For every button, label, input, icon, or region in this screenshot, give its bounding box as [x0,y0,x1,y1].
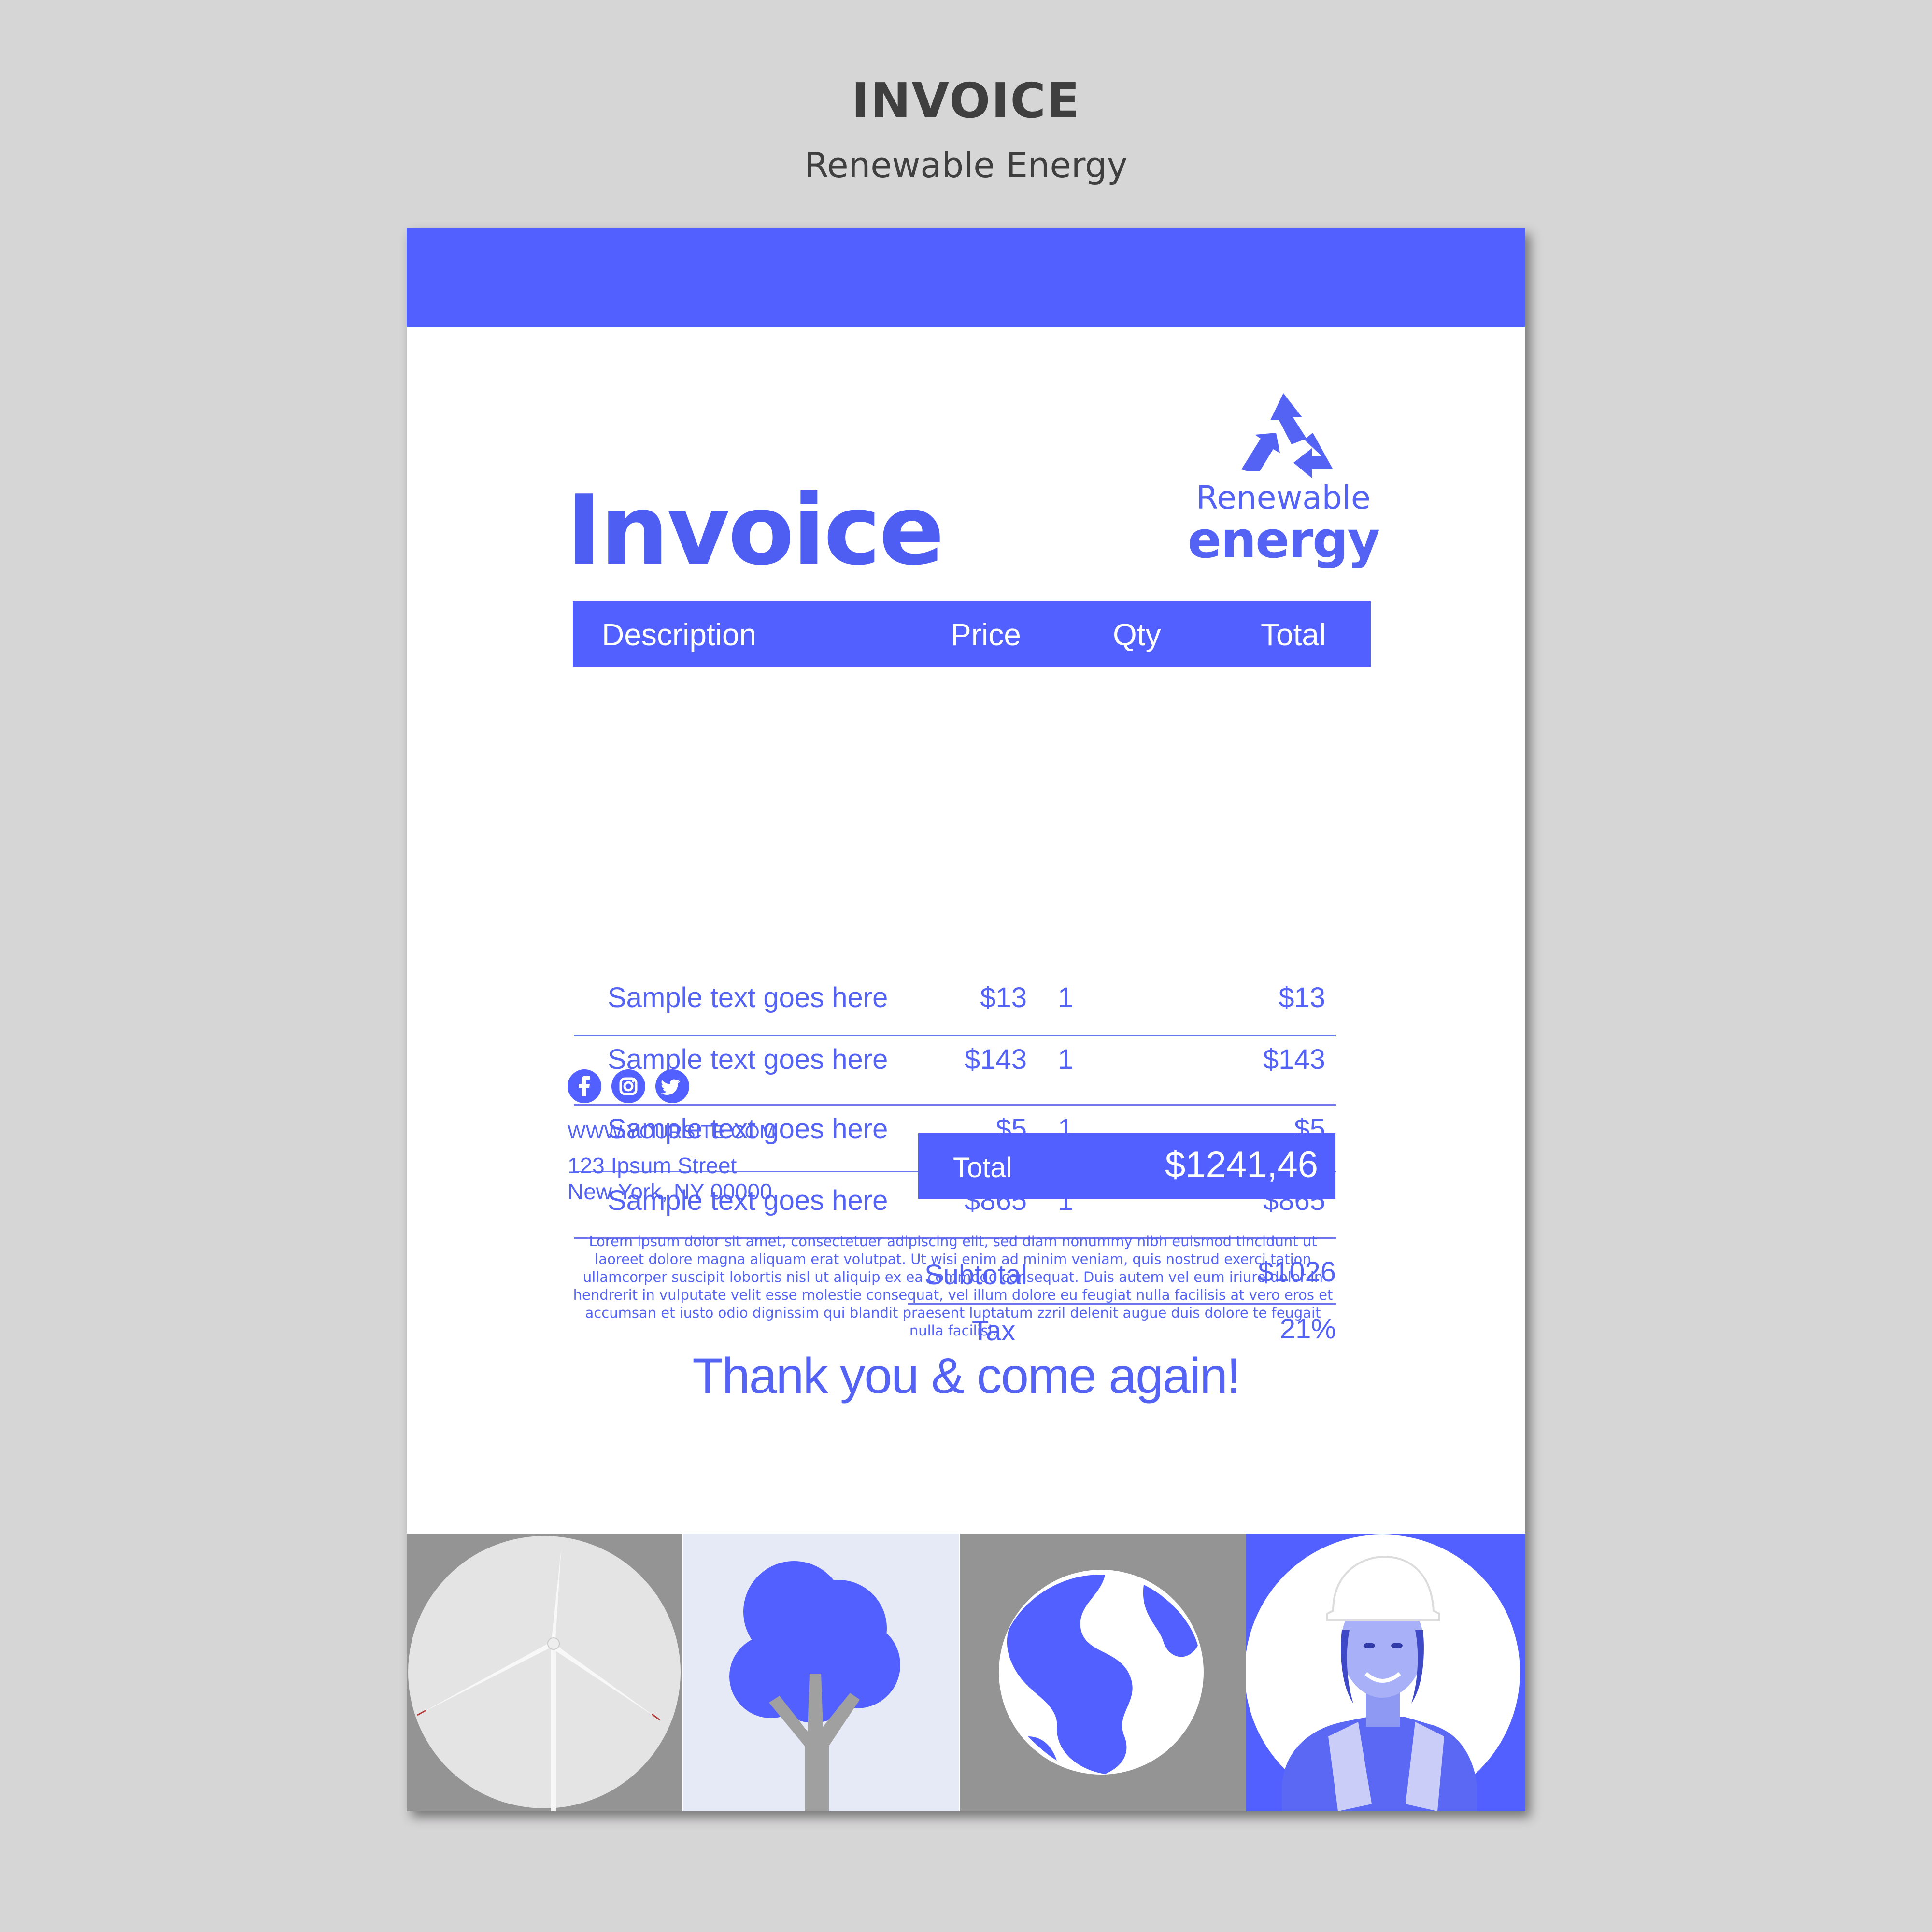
address-line-1: 123 Ipsum Street [568,1153,737,1178]
column-price: Price [951,617,1021,652]
row-total: $143 [1263,1044,1325,1075]
column-description: Description [602,617,757,652]
terms-paragraph: Lorem ipsum dolor sit amet, consectetuer… [573,1233,1333,1339]
thank-you-message: Thank you & come again! [692,1348,1240,1404]
total-value: $1241,46 [1165,1144,1318,1185]
invoice-title: Invoice [566,474,944,587]
mockup-subtitle: Renewable Energy [804,145,1128,185]
row-total: $13 [1279,982,1325,1013]
address-line-2: New York, NY 00000 [568,1179,772,1204]
invoice-sheet: Invoice Renewable energy Description Pri… [407,228,1525,1811]
column-total: Total [1261,617,1326,652]
column-qty: Qty [1113,617,1161,652]
row-price: $143 [964,1044,1027,1075]
recycle-icon [1241,393,1333,478]
row-qty: 1 [1058,982,1074,1013]
logo-text-energy: energy [1187,511,1380,569]
top-color-band [407,228,1525,327]
instagram-icon[interactable] [611,1069,645,1103]
row-price: $13 [980,982,1027,1013]
globe-image [960,1534,1248,1811]
row-description: Sample text goes here [608,982,888,1013]
worker-portrait-image [1246,1534,1525,1811]
tree-image [683,1534,959,1811]
twitter-icon[interactable] [655,1069,689,1103]
row-qty: 1 [1058,1044,1074,1075]
table-header: Description Price Qty Total [573,601,1371,667]
mockup-title: INVOICE [851,72,1081,129]
facebook-icon[interactable] [568,1069,601,1103]
wind-turbine-image [407,1534,682,1811]
website-link[interactable]: WWW.YOURSITE.COM [568,1122,776,1143]
row-description: Sample text goes here [608,1044,888,1075]
table-row: Sample text goes here $13 1 $13 [573,972,1336,1030]
grand-total-box: Total $1241,46 [918,1133,1335,1199]
brand-logo: Renewable energy [1182,392,1385,569]
total-label: Total [953,1152,1012,1183]
